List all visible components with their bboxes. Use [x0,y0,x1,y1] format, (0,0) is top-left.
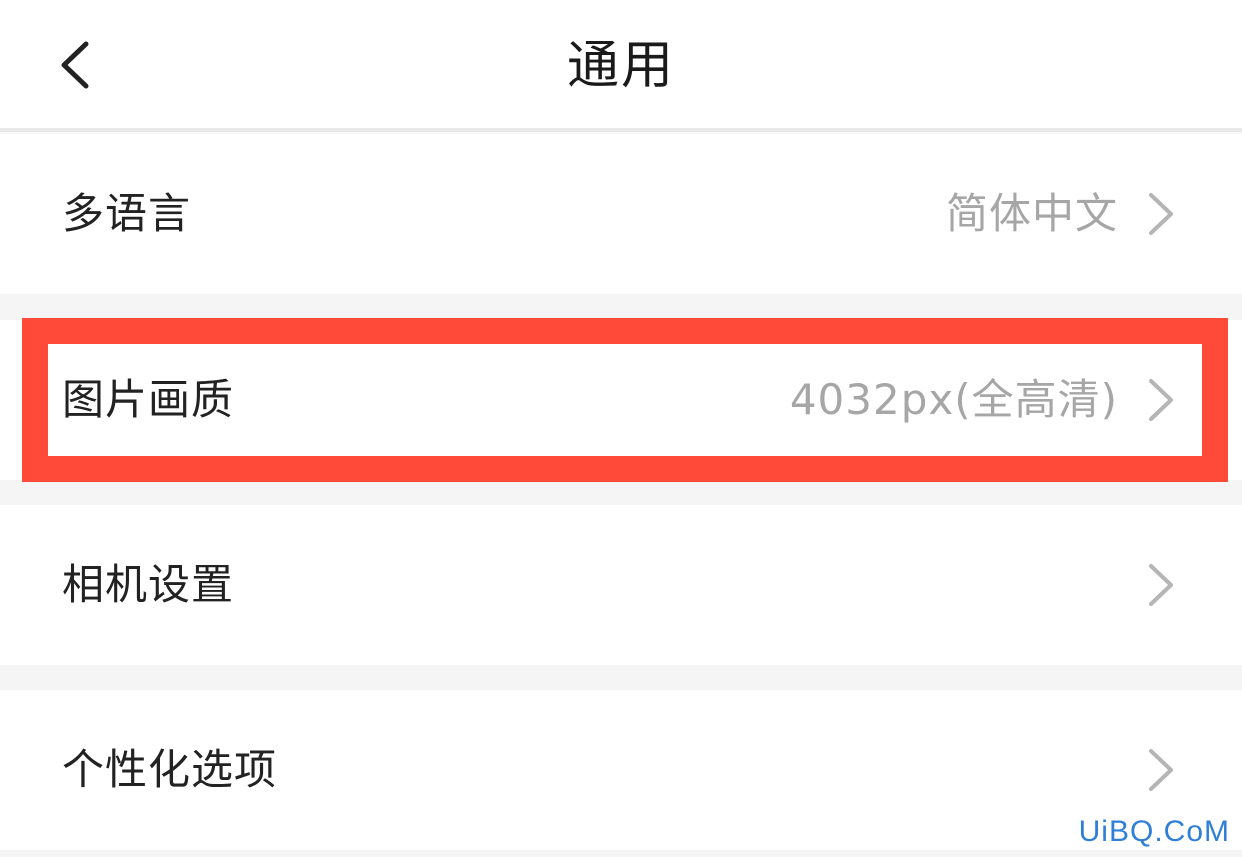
row-label: 相机设置 [62,560,235,609]
settings-row-camera[interactable]: 相机设置 [0,505,1242,665]
row-label: 个性化选项 [62,745,278,794]
settings-row-personalization[interactable]: 个性化选项 [0,690,1242,850]
settings-row-language[interactable]: 多语言 简体中文 [0,134,1242,294]
watermark: UiBQ.CoM [1078,815,1230,848]
settings-row-image-quality[interactable]: 图片画质 4032px(全高清) [0,320,1242,480]
row-value: 简体中文 [945,189,1118,238]
chevron-right-icon [1146,747,1176,793]
chevron-right-icon [1146,562,1176,608]
row-label: 多语言 [62,189,192,238]
row-value: 4032px(全高清) [789,375,1118,424]
chevron-right-icon [1146,191,1176,237]
chevron-right-icon [1146,377,1176,423]
page-title: 通用 [566,36,675,96]
row-label: 图片画质 [62,375,235,424]
